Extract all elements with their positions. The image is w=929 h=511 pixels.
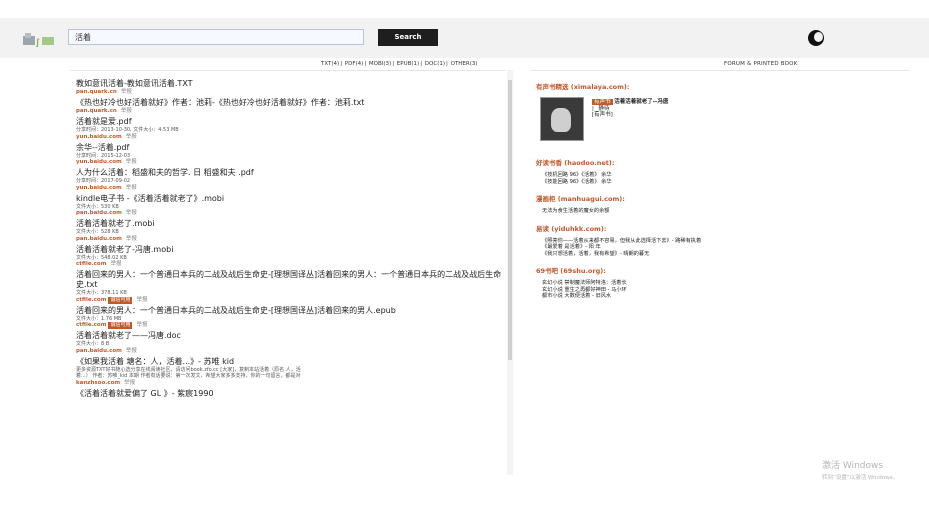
watermark-line-2: 转到“设置”以激活 Windows。	[822, 475, 898, 481]
dark-mode-toggle-icon[interactable]	[808, 30, 824, 46]
result-title-link[interactable]: 活着回来的男人：一个普通日本兵的二战及战后生命史-[理想国译丛]活着回来的男人：…	[76, 270, 506, 290]
result-title-link[interactable]: 《活着活着就爱偏了 GL 》- 紫宸1990	[76, 389, 506, 399]
format-filter-bar: TXT(4)| PDF(4)| MOBI(3)| EPUB(1)| DOC(1)…	[321, 61, 478, 67]
report-link[interactable]: 举报	[126, 134, 137, 140]
result-title-link[interactable]: 活着回来的男人：一个普通日本兵的二战及战后生命史-[理想国译丛]活着回来的男人.…	[76, 306, 506, 316]
forum-heading: FORUM & PRINTED BOOK	[724, 61, 798, 67]
search-button[interactable]: Search	[378, 29, 438, 46]
scrollbar-thumb[interactable]	[508, 80, 512, 360]
section-title-yiduhkk[interactable]: 易读 (yiduhkk.com):	[536, 223, 910, 233]
section-title-manhuagui[interactable]: 漫画柜 (manhuagui.com):	[536, 193, 910, 203]
section-title-haodoo[interactable]: 好读书香 (haodoo.net):	[536, 157, 910, 167]
result-source-domain[interactable]: yun.baidu.com	[76, 185, 122, 191]
result-item: 活着活着就老了.mobi 文件大小：528 KB pan.baidu.com 举报	[70, 219, 506, 243]
audiobook-card[interactable]: 有声书 活着活着就老了--冯唐 | _静待 [有声书]	[540, 97, 910, 143]
result-item: kindle电子书 -《活着活着就老了》.mobi 文件大小：530 KB pan.…	[70, 194, 506, 218]
result-item: 余华--活着.pdf 分享时间：2015-12-03 yun.baidu.com 举报	[70, 143, 506, 167]
top-bar: ʃ 活着 Search	[0, 18, 929, 58]
audiobook-badge: 有声书	[592, 99, 613, 105]
result-source: ctfile.com 诚信可用 举报	[76, 322, 506, 329]
result-tag-badge: 诚信可用	[108, 296, 133, 304]
result-source: pan.baidu.com 举报	[76, 236, 506, 243]
result-source: yun.baidu.com 举报	[76, 185, 506, 192]
result-title-link[interactable]: 活着就是爱.pdf	[76, 117, 506, 127]
svg-text:ʃ: ʃ	[35, 37, 40, 47]
result-item: 教如意讯活着-教如意讯活着.TXT pan.quark.cn 举报	[70, 79, 506, 96]
report-link[interactable]: 举报	[126, 236, 137, 242]
result-item: 活着回来的男人：一个普通日本兵的二战及战后生命史-[理想国译丛]活着回来的男人.…	[70, 306, 506, 329]
result-source: pan.quark.cn 举报	[76, 89, 506, 96]
watermark-line-1: 激活 Windows	[822, 461, 884, 471]
report-link[interactable]: 举报	[126, 185, 137, 191]
result-source-domain[interactable]: pan.baidu.com	[76, 236, 122, 242]
filter-other[interactable]: OTHER(3)	[451, 61, 478, 67]
report-link[interactable]: 举报	[126, 210, 137, 216]
result-source: ctfile.com 举报	[76, 261, 506, 268]
result-source-domain[interactable]: ctfile.com	[76, 297, 106, 303]
result-source-domain[interactable]: pan.baidu.com	[76, 348, 122, 354]
result-item: 《活着活着就爱偏了 GL 》- 紫宸1990	[70, 389, 506, 399]
result-source-domain[interactable]: kanzhsoo.com	[76, 380, 120, 386]
report-link[interactable]: 举报	[121, 108, 132, 114]
result-tag-badge: 诚信可用	[108, 322, 133, 329]
result-title-link[interactable]: 活着活着就老了-冯唐.mobi	[76, 245, 506, 255]
search-input[interactable]: 活着	[68, 29, 364, 45]
result-title-link[interactable]: 《如果我活着 塘名：人，活着...》- 苏唯 kid	[76, 357, 506, 367]
site-logo[interactable]: ʃ	[22, 30, 56, 48]
audiobook-type: [有声书]	[592, 112, 613, 118]
filter-txt[interactable]: TXT(4)	[321, 61, 339, 67]
book-cover-image[interactable]	[540, 97, 584, 141]
result-source: pan.baidu.com 举报	[76, 348, 506, 355]
result-source: pan.quark.cn 举报	[76, 108, 506, 115]
report-link[interactable]: 举报	[110, 261, 121, 267]
result-source-domain[interactable]: yun.baidu.com	[76, 159, 122, 165]
forum-panel: 有声书精选 (ximalaya.com): 有声书 活着活着就老了--冯唐 | …	[530, 70, 910, 371]
result-item: 人为什么活着：稻盛和夫的哲学. 日 稻盛和夫 .pdf 分享时间：2017-09-…	[70, 168, 506, 192]
report-link[interactable]: 举报	[136, 322, 147, 328]
report-link[interactable]: 举报	[126, 348, 137, 354]
report-link[interactable]: 举报	[121, 89, 132, 95]
report-link[interactable]: 举报	[124, 380, 135, 386]
result-source: ctfile.com 诚信可用 举报	[76, 296, 506, 304]
result-source: pan.baidu.com 举报	[76, 210, 506, 217]
audiobook-title[interactable]: 活着活着就老了--冯唐	[614, 99, 668, 105]
result-source: kanzhsoo.com 举报	[76, 380, 506, 387]
result-source: yun.baidu.com 举报	[76, 159, 506, 166]
result-source-domain[interactable]: pan.quark.cn	[76, 108, 117, 114]
result-item: 活着活着就老了——冯唐.doc 文件大小：8 Bpan.baidu.com 举报	[70, 331, 506, 355]
result-title-link[interactable]: 余华--活着.pdf	[76, 143, 506, 153]
windows-activation-watermark: 激活 Windows 转到“设置”以激活 Windows。	[822, 458, 898, 481]
filter-doc[interactable]: DOC(1)	[425, 61, 445, 67]
results-list: 教如意讯活着-教如意讯活着.TXT pan.quark.cn 举报 《热也好冷也好活着…	[70, 70, 506, 476]
result-item: 《如果我活着 塘名：人，活着...》- 苏唯 kid 更多资源TXT好书随心选分享…	[70, 357, 506, 387]
result-source: yun.baidu.com 举报	[76, 134, 506, 141]
filter-mobi[interactable]: MOBI(3)	[369, 61, 391, 67]
result-title-link[interactable]: 《热也好冷也好活着就好》作者：池莉-《热也好冷也好活着就好》作者：池莉.txt	[76, 98, 506, 108]
results-scrollbar[interactable]	[507, 70, 513, 475]
shu69-item[interactable]: 都市小说 大数便活着 - 旧风水	[542, 293, 910, 300]
audiobook-author: | _静待	[592, 105, 610, 112]
result-title-link[interactable]: 人为什么活着：稻盛和夫的哲学. 日 稻盛和夫 .pdf	[76, 168, 506, 178]
result-source-domain[interactable]: ctfile.com	[76, 261, 106, 267]
section-title-69shu[interactable]: 69书吧 (69shu.org):	[536, 265, 910, 275]
result-source-domain[interactable]: ctfile.com	[76, 322, 106, 328]
result-source-domain[interactable]: pan.quark.cn	[76, 89, 117, 95]
filter-epub[interactable]: EPUB(1)	[397, 61, 419, 67]
result-title-link[interactable]: kindle电子书 -《活着活着就老了》.mobi	[76, 194, 506, 204]
section-title-ximalaya[interactable]: 有声书精选 (ximalaya.com):	[536, 81, 910, 91]
result-item: 活着就是爱.pdf 分享时间：2013-10-30, 文件大小：4.53 MB yu…	[70, 117, 506, 141]
result-item: 活着活着就老了-冯唐.mobi 文件大小：548.02 KB ctfile.com 举…	[70, 245, 506, 269]
report-link[interactable]: 举报	[136, 297, 147, 303]
result-item: 活着回来的男人：一个普通日本兵的二战及战后生命史-[理想国译丛]活着回来的男人：…	[70, 270, 506, 304]
result-title-link[interactable]: 活着活着就老了.mobi	[76, 219, 506, 229]
result-source-domain[interactable]: pan.baidu.com	[76, 210, 122, 216]
report-link[interactable]: 举报	[126, 159, 137, 165]
result-item: 《热也好冷也好活着就好》作者：池莉-《热也好冷也好活着就好》作者：池莉.txt p…	[70, 98, 506, 115]
result-source-domain[interactable]: yun.baidu.com	[76, 134, 122, 140]
filter-pdf[interactable]: PDF(4)	[345, 61, 364, 67]
result-title-link[interactable]: 教如意讯活着-教如意讯活着.TXT	[76, 79, 506, 89]
result-title-link[interactable]: 活着活着就老了——冯唐.doc	[76, 331, 506, 341]
